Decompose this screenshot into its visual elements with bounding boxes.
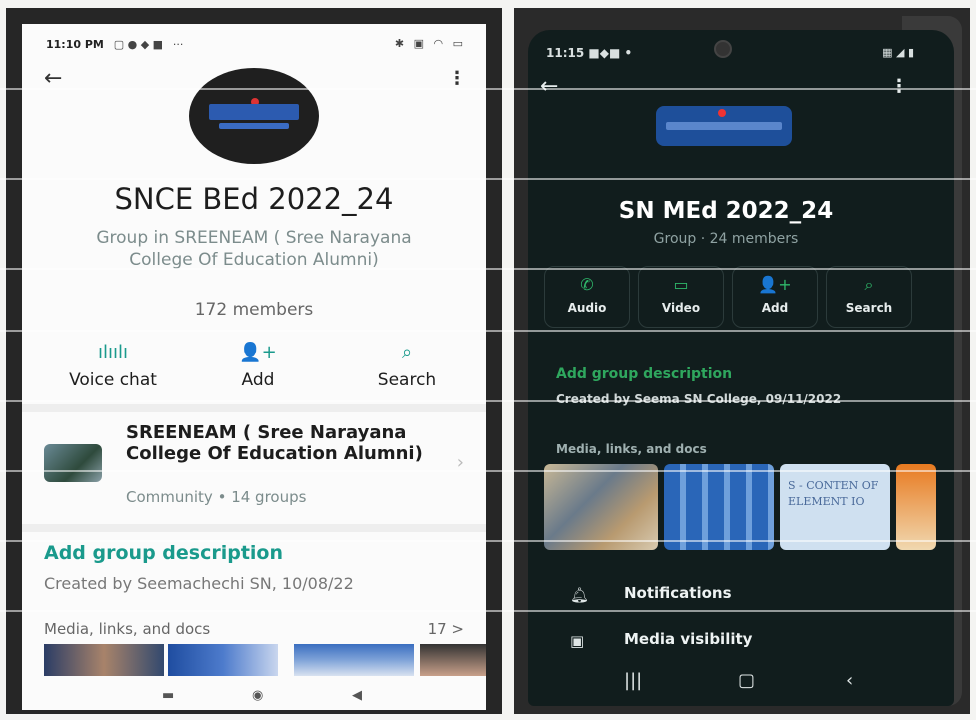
add-label: Add (761, 301, 789, 315)
created-by-text: Created by Seemachechi SN, 10/08/22 (44, 574, 354, 593)
left-phone-screenshot: 11:10 PM ▢ ● ◆ ■ ··· ✱ ▣ ◠ ▭ ← ⋮ SNCE BE… (6, 8, 502, 714)
media-thumbnail[interactable]: S - CONTEN OF ELEMENT IO (780, 464, 890, 550)
logo-dot (718, 109, 726, 117)
media-thumbnail[interactable] (664, 464, 774, 550)
search-icon: ⌕ (864, 275, 874, 294)
bell-icon: 🔔︎ (570, 586, 590, 604)
add-person-icon: 👤+ (758, 275, 792, 294)
add-person-icon: 👤+ (239, 342, 277, 363)
section-divider (22, 404, 486, 412)
section-divider (22, 524, 486, 532)
right-group-info-screen: 11:15 ■◆■ • ▦ ◢ ▮ ← ⋮ SN MEd 2022_24 Gro… (528, 30, 954, 706)
battery-wifi-icons: ✱ ▣ ◠ ▭ (394, 37, 466, 50)
more-status-icon: ··· (172, 38, 184, 51)
notification-icons: ▢ ● ◆ ■ (113, 38, 164, 51)
media-links-docs-label[interactable]: Media, links, and docs (44, 620, 210, 638)
search-button[interactable]: ⌕ Search (826, 266, 912, 328)
add-button[interactable]: 👤+ Add (732, 266, 818, 328)
media-thumbnail[interactable] (294, 644, 414, 676)
signal-battery-icons: ▦ ◢ ▮ (882, 46, 914, 59)
audio-label: Audio (567, 301, 607, 315)
search-icon: ⌕ (401, 342, 413, 363)
add-description-link[interactable]: Add group description (556, 366, 732, 382)
left-group-info-screen: 11:10 PM ▢ ● ◆ ■ ··· ✱ ▣ ◠ ▭ ← ⋮ SNCE BE… (22, 24, 486, 710)
community-name[interactable]: SREENEAM ( Sree Narayana College Of Educ… (126, 422, 426, 464)
search-label: Search (845, 301, 893, 315)
status-bar: 11:10 PM ▢ ● ◆ ■ ··· (46, 38, 183, 51)
logo-banner (666, 122, 782, 130)
add-label: Add (241, 370, 275, 390)
media-count[interactable]: 17 > (428, 620, 464, 638)
group-avatar[interactable] (656, 106, 792, 146)
group-subtitle[interactable]: Group in SREENEAM ( Sree Narayana Colleg… (82, 227, 426, 271)
right-phone-screenshot: 11:15 ■◆■ • ▦ ◢ ▮ ← ⋮ SN MEd 2022_24 Gro… (514, 8, 970, 714)
thumbnail-text: S - CONTEN OF ELEMENT IO (788, 479, 879, 508)
media-thumbnail[interactable] (896, 464, 936, 550)
community-subtitle: Community • 14 groups (126, 488, 307, 506)
status-time: 11:10 PM (46, 38, 104, 51)
chevron-right-icon[interactable]: › (457, 452, 464, 473)
back-arrow-icon[interactable]: ← (44, 66, 62, 91)
status-bar: 11:15 ■◆■ • (546, 46, 632, 60)
media-thumbnail[interactable] (168, 644, 278, 676)
group-subtitle[interactable]: Group · 24 members (528, 231, 924, 247)
add-button[interactable]: 👤+ Add (218, 342, 298, 390)
add-description-link[interactable]: Add group description (44, 542, 283, 564)
member-count: 172 members (194, 300, 314, 320)
front-camera (714, 40, 732, 58)
media-visibility-label: Media visibility (624, 630, 753, 648)
community-avatar[interactable] (44, 444, 102, 482)
notification-icons: ■◆■ • (588, 46, 633, 60)
home-nav-icon[interactable]: ◉ (252, 688, 263, 703)
video-label: Video (661, 301, 701, 315)
notifications-row[interactable]: 🔔︎ Notifications (528, 578, 954, 616)
media-thumbnail[interactable] (44, 644, 164, 676)
media-thumbnail[interactable] (544, 464, 658, 550)
recents-nav-icon[interactable]: ||| (624, 670, 642, 691)
search-button[interactable]: ⌕ Search (362, 342, 452, 390)
overflow-menu-icon[interactable]: ⋮ (448, 68, 466, 89)
back-nav-icon[interactable]: ◀ (352, 688, 362, 703)
video-call-button[interactable]: ▭ Video (638, 266, 724, 328)
logo-subbanner (219, 123, 289, 129)
status-time: 11:15 (546, 46, 585, 60)
recents-nav-icon[interactable]: ▬ (162, 688, 174, 703)
created-by-text: Created by Seema SN College, 09/11/2022 (556, 392, 842, 406)
back-arrow-icon[interactable]: ← (540, 74, 558, 99)
video-icon: ▭ (673, 275, 689, 294)
search-label: Search (377, 370, 437, 390)
group-title: SNCE BEd 2022_24 (114, 182, 394, 216)
group-avatar[interactable] (189, 68, 319, 164)
notifications-label: Notifications (624, 584, 732, 602)
media-visibility-row[interactable]: ▣ Media visibility (528, 624, 954, 662)
phone-icon: ✆ (580, 275, 594, 294)
audio-call-button[interactable]: ✆ Audio (544, 266, 630, 328)
back-nav-icon[interactable]: ‹ (846, 670, 853, 691)
image-icon: ▣ (570, 632, 585, 650)
voice-chat-button[interactable]: ılıılı Voice chat (58, 342, 168, 390)
group-title: SN MEd 2022_24 (618, 198, 834, 224)
voice-chat-icon: ılıılı (97, 342, 128, 363)
voice-chat-label: Voice chat (69, 370, 157, 390)
media-thumbnail[interactable] (420, 644, 486, 676)
overflow-menu-icon[interactable]: ⋮ (890, 76, 908, 97)
home-nav-icon[interactable]: ▢ (738, 670, 755, 691)
media-links-docs-label[interactable]: Media, links, and docs (556, 442, 707, 456)
logo-banner (209, 104, 299, 120)
